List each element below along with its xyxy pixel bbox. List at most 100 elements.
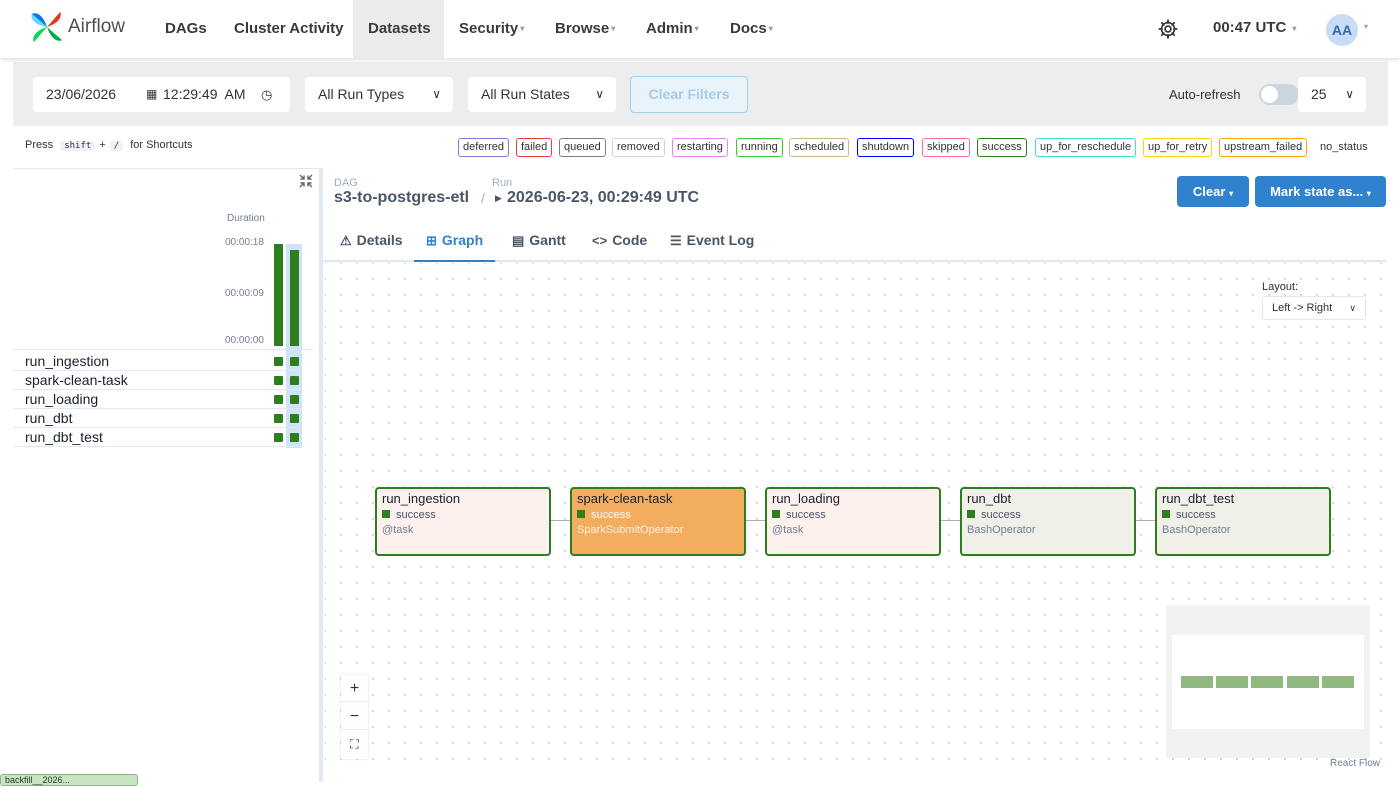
- graph-node-run-dbt[interactable]: run_dbt success BashOperator: [960, 487, 1136, 556]
- slash-key: /: [109, 141, 124, 151]
- task-row-spark-clean-task[interactable]: spark-clean-task: [13, 371, 303, 390]
- execution-date-input[interactable]: 23/06/2026 ▦ 12:29:49 AM ◷: [33, 77, 290, 112]
- task-instance-status[interactable]: [290, 376, 299, 385]
- task-instance-status[interactable]: [274, 376, 283, 385]
- task-instance-status[interactable]: [274, 395, 283, 404]
- fit-view-icon[interactable]: ⛶: [341, 731, 368, 758]
- auto-refresh-toggle[interactable]: [1259, 84, 1299, 105]
- legend-failed[interactable]: failed: [516, 138, 553, 157]
- legend-running[interactable]: running: [736, 138, 783, 157]
- tab-graph-label: Graph: [441, 232, 484, 248]
- graph-edge: [941, 520, 961, 521]
- minimap-node: [1322, 676, 1354, 688]
- node-operator: SparkSubmitOperator: [577, 524, 684, 536]
- status-dot: [577, 510, 585, 518]
- tab-details[interactable]: ⚠ Details: [328, 222, 415, 262]
- chevron-down-icon: ▾: [1229, 189, 1234, 198]
- calendar-icon[interactable]: ▦: [146, 77, 157, 112]
- node-state-label: success: [396, 509, 436, 521]
- gear-icon[interactable]: [1157, 18, 1179, 40]
- task-instance-status[interactable]: [290, 395, 299, 404]
- nav-datasets[interactable]: Datasets: [353, 0, 444, 58]
- legend-no-status[interactable]: no_status: [1315, 138, 1373, 157]
- legend-success[interactable]: success: [977, 138, 1027, 157]
- graph-edge: [551, 520, 571, 521]
- chevron-down-icon: ▾: [694, 24, 699, 34]
- nav-docs[interactable]: Docs ▾: [715, 0, 788, 58]
- gantt-icon: ▤: [512, 233, 525, 248]
- app-name[interactable]: Airflow: [68, 16, 125, 38]
- graph-node-run-ingestion[interactable]: run_ingestion success @task: [375, 487, 551, 556]
- tab-event-log[interactable]: ☰ Event Log: [658, 222, 766, 262]
- run-duration-bar-selected[interactable]: [290, 249, 299, 346]
- legend-shutdown[interactable]: shutdown: [857, 138, 915, 157]
- zoom-in-button[interactable]: +: [341, 675, 368, 702]
- run-duration-bar[interactable]: [274, 244, 283, 346]
- task-instance-status[interactable]: [290, 357, 299, 366]
- zoom-out-button[interactable]: −: [341, 703, 368, 730]
- page-size-select[interactable]: 25 ∨: [1298, 77, 1366, 112]
- page-size-value: 25: [1311, 86, 1327, 102]
- status-dot: [772, 510, 780, 518]
- status-dot: [967, 510, 975, 518]
- clear-button[interactable]: Clear ▾: [1177, 176, 1249, 207]
- breadcrumb-run-id[interactable]: 2026-06-23, 00:29:49 UTC: [507, 189, 699, 207]
- legend-queued[interactable]: queued: [559, 138, 606, 157]
- node-operator: @task: [772, 524, 804, 536]
- node-state-label: success: [1176, 509, 1216, 521]
- run-types-select[interactable]: All Run Types ∨: [305, 77, 453, 112]
- clear-button-label: Clear: [1192, 184, 1226, 199]
- legend-restarting[interactable]: restarting: [672, 138, 728, 157]
- utc-clock[interactable]: 00:47 UTC ▾: [1213, 19, 1296, 36]
- airflow-logo-icon[interactable]: [28, 8, 66, 46]
- legend-up-for-reschedule[interactable]: up_for_reschedule: [1035, 138, 1137, 157]
- task-instance-status[interactable]: [290, 414, 299, 423]
- filter-bar: 23/06/2026 ▦ 12:29:49 AM ◷ All Run Types…: [13, 62, 1388, 126]
- legend-up-for-retry[interactable]: up_for_retry: [1143, 138, 1213, 157]
- tab-code[interactable]: <> Code: [580, 222, 659, 262]
- breadcrumb-dag-id[interactable]: s3-to-postgres-etl: [334, 189, 469, 207]
- nav-browse[interactable]: Browse ▾: [540, 0, 630, 58]
- play-icon: ▶: [495, 193, 502, 203]
- clear-filters-button[interactable]: Clear Filters: [630, 76, 748, 113]
- task-instance-status[interactable]: [274, 433, 283, 442]
- nav-docs-label: Docs: [730, 20, 767, 37]
- user-avatar[interactable]: AA: [1326, 14, 1358, 46]
- chevron-down-icon: ∨: [1345, 87, 1354, 101]
- legend-removed[interactable]: removed: [612, 138, 665, 157]
- node-name: run_loading: [772, 491, 840, 506]
- legend-scheduled[interactable]: scheduled: [789, 138, 850, 157]
- graph-node-spark-clean-task[interactable]: spark-clean-task success SparkSubmitOper…: [570, 487, 746, 556]
- task-row-run-ingestion[interactable]: run_ingestion: [13, 352, 303, 371]
- shortcuts-hint: Press shift + / for Shortcuts: [25, 139, 193, 151]
- task-instance-status[interactable]: [274, 357, 283, 366]
- event-log-icon: ☰: [670, 233, 682, 248]
- task-instance-status[interactable]: [274, 414, 283, 423]
- legend-deferred[interactable]: deferred: [458, 138, 509, 157]
- legend-upstream-failed[interactable]: upstream_failed: [1219, 138, 1308, 157]
- task-row-run-dbt[interactable]: run_dbt: [13, 409, 303, 428]
- task-instance-status[interactable]: [290, 433, 299, 442]
- graph-node-run-dbt-test[interactable]: run_dbt_test success BashOperator: [1155, 487, 1331, 556]
- nav-dags[interactable]: DAGs: [150, 0, 222, 58]
- run-states-select[interactable]: All Run States ∨: [468, 77, 616, 112]
- minimap-node: [1287, 676, 1319, 688]
- task-row-run-dbt-test[interactable]: run_dbt_test: [13, 428, 303, 447]
- node-name: run_dbt: [967, 491, 1012, 506]
- node-state-label: success: [786, 509, 826, 521]
- chevron-down-icon[interactable]: ▾: [1364, 22, 1368, 31]
- run-tooltip-tag: backfill__2026...: [0, 774, 138, 786]
- layout-select[interactable]: Left -> Right ∨: [1262, 296, 1366, 320]
- mark-state-button[interactable]: Mark state as... ▾: [1255, 176, 1386, 207]
- legend-skipped[interactable]: skipped: [922, 138, 970, 157]
- collapse-icon[interactable]: [298, 173, 314, 189]
- nav-security[interactable]: Security ▾: [444, 0, 539, 58]
- graph-node-run-loading[interactable]: run_loading success @task: [765, 487, 941, 556]
- clock-icon[interactable]: ◷: [261, 77, 272, 112]
- nav-cluster-activity[interactable]: Cluster Activity: [219, 0, 358, 58]
- react-flow-attribution[interactable]: React Flow: [1330, 758, 1380, 769]
- task-row-run-loading[interactable]: run_loading: [13, 390, 303, 409]
- nav-admin[interactable]: Admin ▾: [631, 0, 714, 58]
- tab-gantt[interactable]: ▤ Gantt: [500, 222, 578, 262]
- tab-graph[interactable]: ⊞ Graph: [414, 222, 496, 262]
